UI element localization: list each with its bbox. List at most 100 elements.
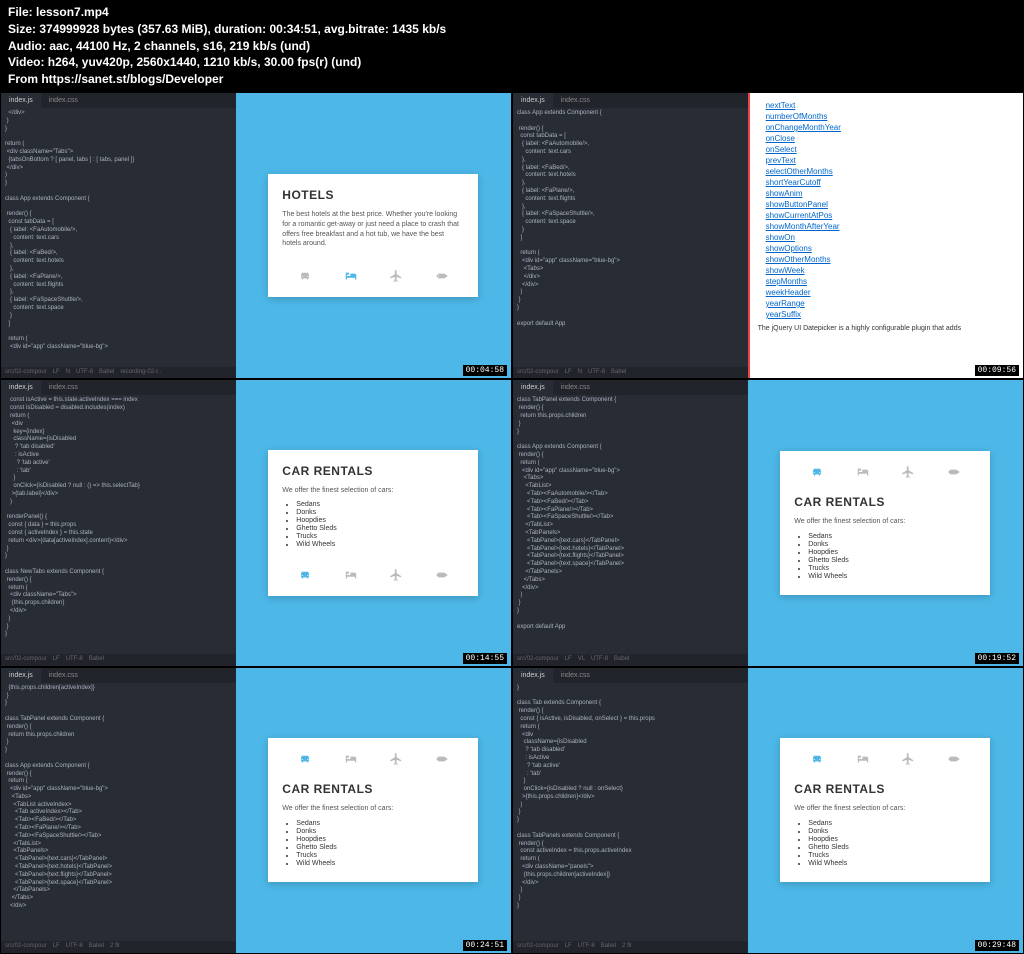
car-list-item: Sedans: [296, 820, 464, 827]
cars-card: CAR RENTALS We offer the finest selectio…: [268, 450, 478, 597]
editor-tabs: index.js index.css: [1, 93, 236, 108]
thumb-4: index.jsindex.css class TabPanel extends…: [512, 379, 1024, 666]
bed-icon[interactable]: [342, 269, 360, 283]
doc-link[interactable]: showOptions: [758, 244, 1015, 253]
car-icon[interactable]: [296, 568, 314, 582]
doc-description: The jQuery UI Datepicker is a highly con…: [758, 325, 1015, 332]
card-text: We offer the finest selection of cars:: [794, 517, 976, 527]
plane-icon[interactable]: [899, 465, 917, 479]
media-info-header: File: lesson7.mp4 Size: 374999928 bytes …: [0, 0, 1024, 92]
code-editor[interactable]: index.jsindex.css class App extends Comp…: [513, 93, 748, 378]
car-list-item: Donks: [296, 509, 464, 516]
shuttle-icon[interactable]: [945, 752, 963, 766]
doc-link[interactable]: showOn: [758, 233, 1015, 242]
code-editor[interactable]: index.js index.css </div> ) } return ( <…: [1, 93, 236, 378]
doc-link[interactable]: showMonthAfterYear: [758, 222, 1015, 231]
cars-card: CAR RENTALS We offer the finest selectio…: [780, 738, 990, 882]
shuttle-icon[interactable]: [433, 269, 451, 283]
code-content: {this.props.children[activeIndex]} } } c…: [1, 683, 236, 913]
plane-icon[interactable]: [899, 752, 917, 766]
app-preview: CAR RENTALS We offer the finest selectio…: [236, 380, 511, 665]
plane-icon[interactable]: [387, 269, 405, 283]
doc-link[interactable]: showOtherMonths: [758, 255, 1015, 264]
car-list-item: Trucks: [296, 852, 464, 859]
tab-index-css[interactable]: index.css: [41, 93, 86, 108]
bed-icon[interactable]: [342, 752, 360, 766]
thumb-3: index.jsindex.css const isActive = this.…: [0, 379, 512, 666]
car-list-item: Donks: [296, 828, 464, 835]
video-line: Video: h264, yuv420p, 2560x1440, 1210 kb…: [8, 54, 1016, 71]
card-title: CAR RENTALS: [794, 495, 976, 509]
car-list-item: Trucks: [808, 852, 976, 859]
car-icon[interactable]: [296, 752, 314, 766]
thumb-6: index.jsindex.css } class Tab extends Co…: [512, 667, 1024, 954]
card-text: We offer the finest selection of cars:: [282, 486, 464, 496]
code-editor[interactable]: index.jsindex.css class TabPanel extends…: [513, 380, 748, 665]
doc-link[interactable]: onClose: [758, 134, 1015, 143]
car-icon[interactable]: [808, 465, 826, 479]
tab-index-js[interactable]: index.js: [1, 93, 41, 108]
status-bar: src/02-compourLFNUTF-8Babelrecording-02-…: [1, 367, 236, 379]
doc-link[interactable]: shortYearCutoff: [758, 178, 1015, 187]
code-editor[interactable]: index.jsindex.css const isActive = this.…: [1, 380, 236, 665]
doc-link[interactable]: prevText: [758, 156, 1015, 165]
doc-link[interactable]: yearRange: [758, 299, 1015, 308]
shuttle-icon[interactable]: [945, 465, 963, 479]
tab-icons: [794, 465, 976, 485]
bed-icon[interactable]: [854, 752, 872, 766]
doc-link[interactable]: showWeek: [758, 266, 1015, 275]
plane-icon[interactable]: [387, 568, 405, 582]
car-list-item: Wild Wheels: [296, 860, 464, 867]
code-content: </div> ) } return ( <div className="Tabs…: [1, 108, 236, 354]
card-title: CAR RENTALS: [794, 782, 976, 796]
app-preview: CAR RENTALS We offer the finest selectio…: [236, 668, 511, 953]
doc-link[interactable]: weekHeader: [758, 288, 1015, 297]
doc-link[interactable]: numberOfMonths: [758, 112, 1015, 121]
plane-icon[interactable]: [387, 752, 405, 766]
code-content: } class Tab extends Component { render()…: [513, 683, 748, 913]
card-title: CAR RENTALS: [282, 464, 464, 478]
thumb-1: index.js index.css </div> ) } return ( <…: [0, 92, 512, 379]
doc-link[interactable]: onChangeMonthYear: [758, 123, 1015, 132]
card-title: HOTELS: [282, 188, 464, 202]
code-editor[interactable]: index.jsindex.css } class Tab extends Co…: [513, 668, 748, 953]
car-list-item: Wild Wheels: [808, 573, 976, 580]
shuttle-icon[interactable]: [433, 568, 451, 582]
car-icon[interactable]: [808, 752, 826, 766]
car-list-item: Sedans: [296, 501, 464, 508]
timestamp: 00:19:52: [975, 653, 1019, 664]
audio-line: Audio: aac, 44100 Hz, 2 channels, s16, 2…: [8, 38, 1016, 55]
cars-list: SedansDonksHoopdiesGhetto SledsTrucksWil…: [282, 820, 464, 867]
timestamp: 00:24:51: [463, 940, 507, 951]
shuttle-icon[interactable]: [433, 752, 451, 766]
car-list-item: Hoopdies: [296, 517, 464, 524]
doc-link[interactable]: showAnim: [758, 189, 1015, 198]
car-list-item: Wild Wheels: [296, 541, 464, 548]
timestamp: 00:04:58: [463, 365, 507, 376]
doc-link[interactable]: stepMonths: [758, 277, 1015, 286]
doc-link[interactable]: yearSuffix: [758, 310, 1015, 319]
timestamp: 00:09:56: [975, 365, 1019, 376]
car-list-item: Wild Wheels: [808, 860, 976, 867]
timestamp: 00:14:55: [463, 653, 507, 664]
tab-icons: [282, 752, 464, 772]
bed-icon[interactable]: [854, 465, 872, 479]
doc-link[interactable]: showButtonPanel: [758, 200, 1015, 209]
car-list-item: Hoopdies: [808, 549, 976, 556]
cars-list: SedansDonksHoopdiesGhetto SledsTrucksWil…: [794, 533, 976, 580]
code-content: const isActive = this.state.activeIndex …: [1, 395, 236, 641]
doc-link[interactable]: showCurrentAtPos: [758, 211, 1015, 220]
car-icon[interactable]: [296, 269, 314, 283]
car-list-item: Sedans: [808, 820, 976, 827]
tab-icons: [282, 560, 464, 582]
bed-icon[interactable]: [342, 568, 360, 582]
cars-list: SedansDonksHoopdiesGhetto SledsTrucksWil…: [282, 501, 464, 548]
doc-link[interactable]: nextText: [758, 101, 1015, 110]
documentation-panel[interactable]: nextText numberOfMonths onChangeMonthYear o…: [748, 93, 1023, 378]
doc-link[interactable]: selectOtherMonths: [758, 167, 1015, 176]
doc-link[interactable]: onSelect: [758, 145, 1015, 154]
car-list-item: Donks: [808, 828, 976, 835]
car-list-item: Ghetto Sleds: [296, 525, 464, 532]
code-editor[interactable]: index.jsindex.css {this.props.children[a…: [1, 668, 236, 953]
card-text: The best hotels at the best price. Wheth…: [282, 210, 464, 249]
